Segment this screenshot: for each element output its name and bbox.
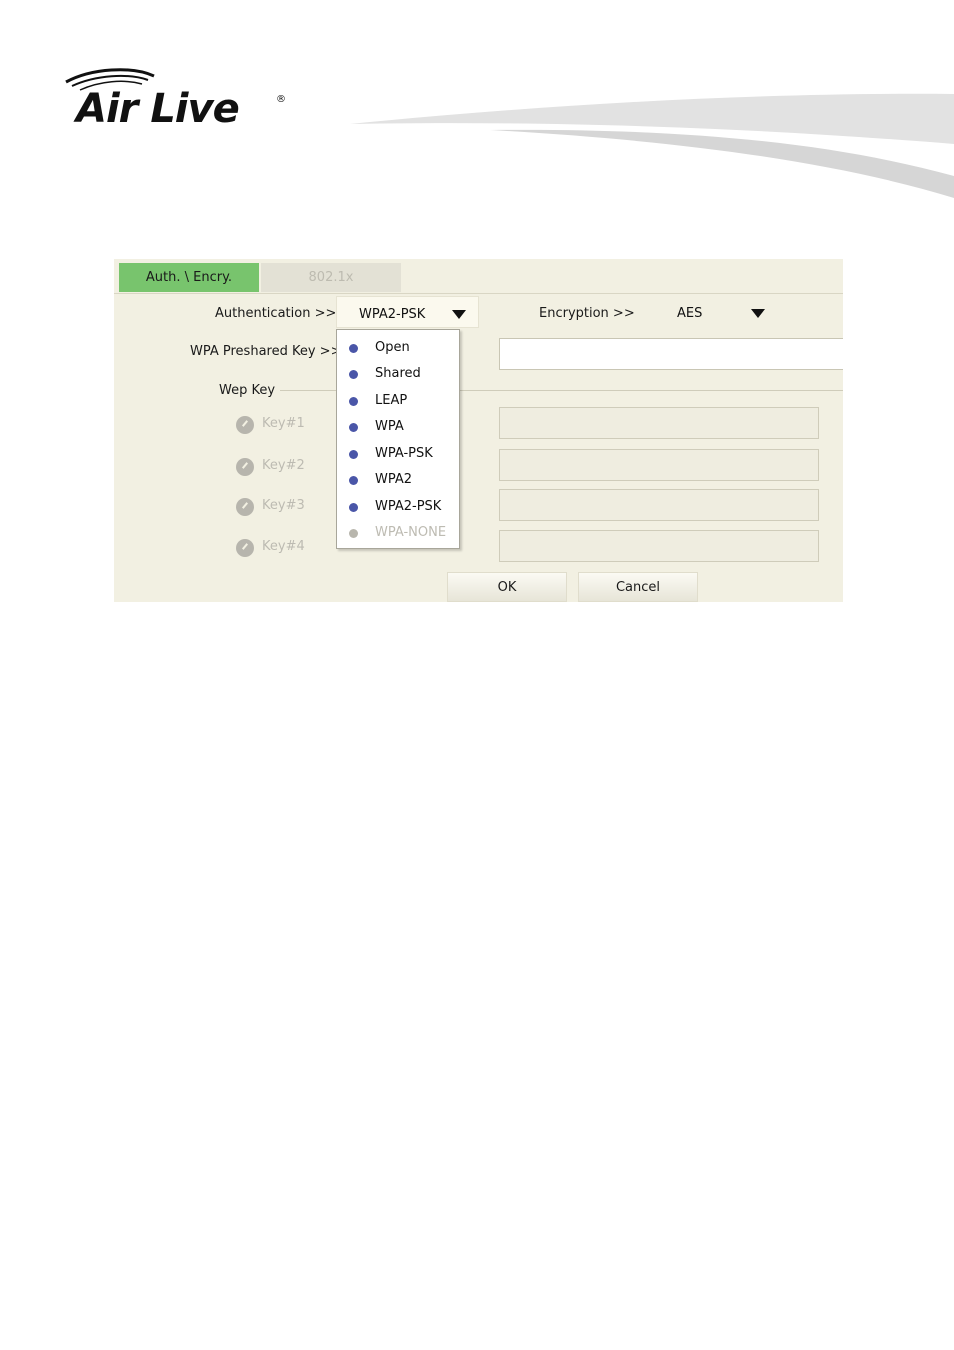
authentication-dropdown-list: Open Shared LEAP WPA WPA-PSK WPA2 WPA2-P… [336,329,460,549]
dropdown-option-wpa2-psk[interactable]: WPA2-PSK [337,493,459,519]
key1-label: Key#1 [262,416,305,431]
wpa-preshared-key-label: WPA Preshared Key >> [190,344,342,359]
tab-8021x[interactable]: 802.1x [261,263,401,292]
key3-input[interactable] [499,489,819,521]
bullet-icon [349,529,358,538]
chevron-down-icon[interactable] [751,309,765,318]
authentication-value: WPA2-PSK [359,307,426,322]
option-label: Open [375,340,410,355]
bullet-icon [349,344,358,353]
logo-text: Air Live [76,86,240,132]
dropdown-option-leap[interactable]: LEAP [337,387,459,413]
option-label: WPA [375,419,404,434]
encryption-label: Encryption >> [539,306,635,321]
bullet-icon [349,503,358,512]
bullet-icon [349,423,358,432]
dropdown-option-wpa-psk[interactable]: WPA-PSK [337,440,459,466]
wep-key-label: Wep Key [219,383,276,398]
encryption-value[interactable]: AES [677,306,702,321]
option-label: WPA2 [375,472,413,487]
bullet-icon [349,370,358,379]
dropdown-option-wpa-none: WPA-NONE [337,519,459,545]
registered-mark: ® [276,94,286,105]
key4-input[interactable] [499,530,819,562]
dropdown-option-open[interactable]: Open [337,334,459,360]
airlive-logo: Air Live ® [62,66,292,136]
wep-key-row: Key#2 [234,449,843,483]
dropdown-option-wpa[interactable]: WPA [337,413,459,439]
dropdown-option-shared[interactable]: Shared [337,360,459,386]
header-swoosh-decoration [350,93,954,198]
option-label: WPA2-PSK [375,499,442,514]
chevron-down-icon[interactable] [452,310,466,319]
bullet-icon [349,450,358,459]
tab-bar: Auth. \ Encry. 802.1x [114,259,843,294]
key2-input[interactable] [499,449,819,481]
key1-input[interactable] [499,407,819,439]
cancel-button[interactable]: Cancel [578,572,698,602]
authentication-select[interactable]: WPA2-PSK [336,296,479,328]
bullet-icon [349,397,358,406]
key3-radio[interactable] [236,498,254,516]
wep-key-row: Key#4 [234,530,843,564]
key3-label: Key#3 [262,498,305,513]
wep-key-row: Key#3 [234,489,843,523]
option-label: WPA-PSK [375,446,433,461]
security-settings-dialog: Auth. \ Encry. 802.1x Authentication >> … [114,259,843,602]
ok-button[interactable]: OK [447,572,567,602]
bullet-icon [349,476,358,485]
key4-label: Key#4 [262,539,305,554]
option-label: LEAP [375,393,408,408]
wpa-preshared-key-input[interactable] [499,338,843,370]
authentication-label: Authentication >> [215,306,337,321]
wep-key-row: Key#1 [234,407,843,441]
key2-label: Key#2 [262,458,305,473]
tab-auth-encry[interactable]: Auth. \ Encry. [119,263,259,292]
key2-radio[interactable] [236,458,254,476]
option-label: WPA-NONE [375,525,447,540]
option-label: Shared [375,366,421,381]
key1-radio[interactable] [236,416,254,434]
dropdown-option-wpa2[interactable]: WPA2 [337,466,459,492]
key4-radio[interactable] [236,539,254,557]
